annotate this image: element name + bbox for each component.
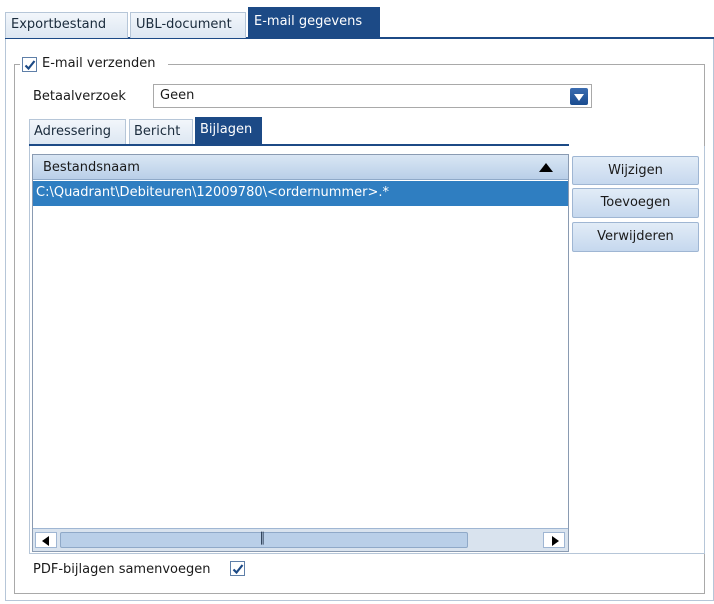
attachments-list[interactable]: Bestandsnaam C:\Quadrant\Debiteuren\1200… [32,154,569,552]
wijzigen-button[interactable]: Wijzigen [572,156,699,185]
scroll-thumb[interactable]: ║ [60,532,468,548]
payment-request-label: Betaalverzoek [33,89,126,104]
dropdown-arrow-icon[interactable] [570,88,588,105]
horizontal-scrollbar[interactable]: ║ [33,528,568,551]
payment-request-select[interactable]: Geen [153,84,592,108]
checkmark-icon [232,564,244,575]
scroll-right-button[interactable] [543,532,565,548]
toevoegen-label: Toevoegen [600,195,671,210]
email-send-checkbox[interactable] [22,57,37,72]
pdf-merge-checkbox[interactable] [230,561,245,576]
payment-request-value: Geen [160,88,195,103]
email-send-checkbox-row[interactable]: E-mail verzenden [20,55,168,75]
column-header-label: Bestandsnaam [43,160,140,175]
list-item-path: C:\Quadrant\Debiteuren\12009780\<ordernu… [36,185,389,200]
email-send-label: E-mail verzenden [42,56,156,71]
checkmark-icon [24,60,36,71]
wijzigen-label: Wijzigen [608,163,663,178]
verwijderen-button[interactable]: Verwijderen [572,222,699,252]
pdf-merge-label: PDF-bijlagen samenvoegen [33,562,211,577]
scroll-left-button[interactable] [35,532,57,548]
arrow-left-icon [42,536,49,546]
column-header-bestandsnaam[interactable]: Bestandsnaam [33,155,568,180]
tab-exportbestand[interactable]: Exportbestand [5,12,128,38]
verwijderen-label: Verwijderen [597,229,674,244]
tab-bericht[interactable]: Bericht [129,119,193,144]
tab-ubl-document[interactable]: UBL-document [130,12,246,38]
toevoegen-button[interactable]: Toevoegen [572,188,699,218]
sort-ascending-icon [539,163,553,172]
grip-icon: ║ [259,532,266,545]
tab-bijlagen[interactable]: Bijlagen [195,117,262,144]
tab-adressering[interactable]: Adressering [29,119,126,144]
list-item[interactable]: C:\Quadrant\Debiteuren\12009780\<ordernu… [33,181,568,206]
arrow-right-icon [552,536,559,546]
tab-email-gegevens[interactable]: E-mail gegevens [248,7,380,38]
